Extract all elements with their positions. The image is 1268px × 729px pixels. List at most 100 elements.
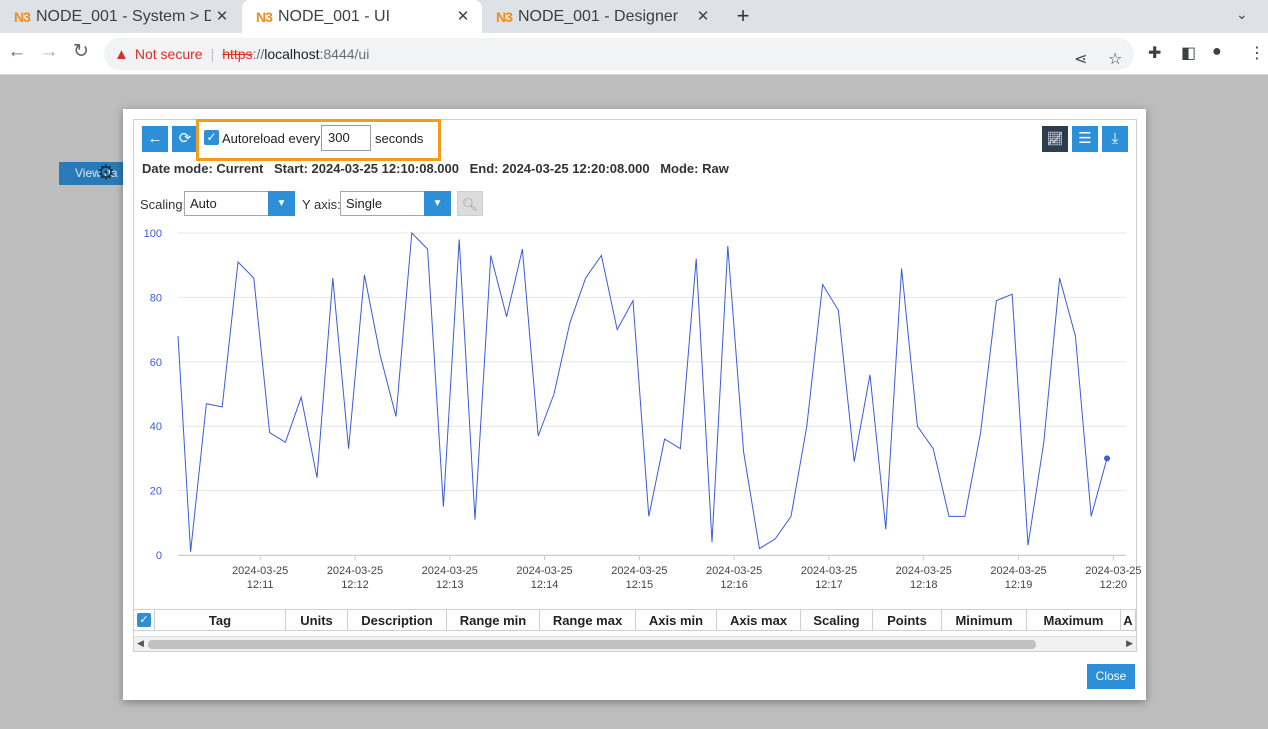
x-tick-time: 12:12 — [341, 579, 369, 591]
y-tick-label: 60 — [150, 357, 162, 369]
end-time-text: End: 2024-03-25 12:20:08.000 — [469, 161, 650, 176]
back-arrow-icon[interactable]: ← — [5, 41, 29, 65]
browser-menu-icon[interactable]: ⋮ — [1249, 43, 1265, 63]
not-secure-label[interactable]: Not secure — [135, 46, 203, 62]
x-tick-time: 12:15 — [626, 579, 654, 591]
mode-text: Mode: Raw — [660, 161, 729, 176]
column-header[interactable]: Axis max — [717, 610, 801, 631]
side-panel-icon[interactable]: ◧ — [1181, 43, 1196, 63]
x-tick-time: 12:20 — [1100, 579, 1128, 591]
chevron-down-icon[interactable]: ▼ — [424, 191, 451, 216]
x-tick-date: 2024-03-25 — [611, 565, 667, 577]
scaling-select-value: Auto — [190, 196, 217, 211]
x-tick-time: 12:16 — [720, 579, 748, 591]
y-tick-label: 0 — [156, 550, 162, 562]
x-tick-date: 2024-03-25 — [232, 565, 288, 577]
column-header[interactable]: Minimum — [942, 610, 1027, 631]
column-header[interactable]: Range max — [540, 610, 636, 631]
refresh-button[interactable]: ⟳ — [172, 126, 198, 152]
column-header[interactable]: Points — [873, 610, 942, 631]
column-header[interactable]: Units — [286, 610, 348, 631]
tab-search-chevron-icon[interactable]: ⌄ — [1236, 6, 1248, 23]
url-scheme: https — [222, 46, 253, 62]
column-header[interactable]: Maximum — [1027, 610, 1121, 631]
date-mode-text: Date mode: Current — [142, 161, 264, 176]
profile-avatar-icon[interactable]: ● — [1212, 43, 1222, 61]
new-tab-button[interactable]: + — [732, 3, 754, 29]
browser-toolbar: ← → ↻ ▲ Not secure | https://localhost:8… — [0, 33, 1268, 75]
reload-icon[interactable]: ↻ — [69, 41, 93, 65]
autoreload-checkbox[interactable]: ✓ — [204, 130, 219, 145]
y-tick-label: 40 — [150, 421, 162, 433]
x-tick-date: 2024-03-25 — [516, 565, 572, 577]
y-tick-label: 100 — [144, 228, 162, 240]
x-tick-time: 12:17 — [815, 579, 843, 591]
autoreload-label: Autoreload every — [222, 131, 321, 146]
browser-tab[interactable]: N3 NODE_001 - Designer ✕ — [482, 0, 722, 33]
column-header[interactable]: Axis min — [636, 610, 717, 631]
forward-arrow-icon[interactable]: → — [37, 41, 61, 65]
gear-icon[interactable]: ⚙ — [97, 160, 115, 185]
x-tick-date: 2024-03-25 — [1085, 565, 1141, 577]
back-button[interactable]: ← — [142, 126, 168, 152]
browser-tab[interactable]: N3 NODE_001 - System > Di ✕ — [0, 0, 241, 33]
share-icon[interactable]: ⋖ — [1074, 49, 1087, 69]
chevron-down-icon[interactable]: ▼ — [268, 191, 295, 216]
column-header[interactable]: Tag — [155, 610, 286, 631]
y-tick-label: 20 — [150, 486, 162, 498]
checkmark-icon: ✓ — [137, 613, 151, 627]
n3-favicon-icon: N3 — [256, 8, 273, 25]
close-tab-icon[interactable]: ✕ — [213, 7, 231, 25]
x-tick-time: 12:14 — [531, 579, 559, 591]
export-download-button[interactable]: ⤓ — [1102, 126, 1128, 152]
column-header[interactable]: Scaling — [801, 610, 873, 631]
browser-tab-active[interactable]: N3 NODE_001 - UI ✕ — [242, 0, 482, 33]
y-axis-label: Y axis: — [302, 197, 341, 212]
scrollbar-thumb[interactable] — [148, 640, 1036, 649]
column-header[interactable]: Range min — [447, 610, 540, 631]
omnibox-divider: | — [210, 46, 215, 62]
table-horizontal-scrollbar[interactable]: ◀ ▶ — [134, 636, 1136, 651]
address-bar[interactable]: ▲ Not secure | https://localhost:8444/ui… — [104, 38, 1134, 70]
x-tick-time: 12:11 — [247, 579, 274, 591]
close-tab-icon[interactable]: ✕ — [694, 7, 712, 25]
scroll-right-icon[interactable]: ▶ — [1126, 638, 1133, 649]
column-header[interactable]: Description — [348, 610, 447, 631]
column-header[interactable]: A — [1121, 610, 1136, 631]
y-axis-select-value: Single — [346, 196, 383, 211]
x-tick-time: 12:18 — [910, 579, 938, 591]
browser-tabstrip: N3 NODE_001 - System > Di ✕ N3 NODE_001 … — [0, 0, 1268, 33]
chart-view-button[interactable]: 📈︎ — [1042, 126, 1068, 152]
zoom-reset-button[interactable]: 🔍︎ — [457, 191, 483, 216]
x-tick-date: 2024-03-25 — [990, 565, 1046, 577]
tab-title: NODE_001 - UI — [278, 7, 391, 25]
scroll-left-icon[interactable]: ◀ — [137, 638, 144, 649]
trend-chart[interactable]: 0 20 40 60 80 100 2024-03-25 12:11 2024-03-25 12:… — [134, 222, 1142, 602]
warning-triangle-icon: ▲ — [114, 45, 129, 63]
close-tab-icon[interactable]: ✕ — [454, 7, 472, 25]
x-tick-date: 2024-03-25 — [422, 565, 478, 577]
tab-title: NODE_001 - System > Di — [36, 7, 211, 25]
scaling-label: Scaling: — [140, 197, 187, 212]
last-point-marker — [1104, 455, 1111, 462]
n3-favicon-icon: N3 — [14, 8, 31, 25]
y-axis-select[interactable]: Single ▼ — [340, 191, 451, 216]
y-tick-label: 80 — [150, 292, 162, 304]
tab-title: NODE_001 - Designer — [518, 7, 679, 25]
series-line — [177, 231, 1108, 552]
scaling-select[interactable]: Auto ▼ — [184, 191, 295, 216]
url-host: localhost — [264, 46, 320, 62]
table-header: ✓ Tag Units Description Range min Range … — [134, 609, 1136, 631]
autoreload-interval-input[interactable]: 300 — [321, 125, 371, 151]
x-tick-time: 12:19 — [1005, 579, 1033, 591]
n3-favicon-icon: N3 — [496, 8, 513, 25]
x-tick-time: 12:13 — [436, 579, 464, 591]
select-all-checkbox[interactable]: ✓ — [134, 610, 155, 631]
x-tick-date: 2024-03-25 — [801, 565, 857, 577]
bookmark-star-icon[interactable]: ☆ — [1108, 49, 1122, 69]
close-button[interactable]: Close — [1087, 664, 1135, 689]
url-path: :8444/ui — [319, 46, 370, 62]
list-view-button[interactable]: ☰ — [1072, 126, 1098, 152]
url-separator: :// — [252, 46, 265, 62]
extensions-puzzle-icon[interactable]: ✚ — [1148, 43, 1161, 63]
